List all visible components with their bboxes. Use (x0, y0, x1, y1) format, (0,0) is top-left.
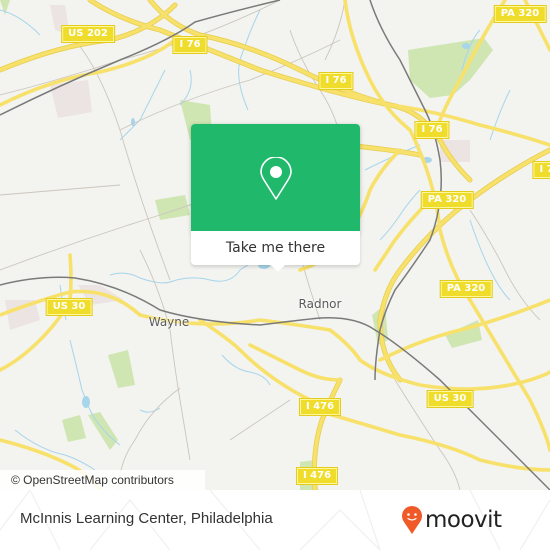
park-area (408, 38, 493, 98)
stream (119, 69, 166, 141)
pond (82, 396, 90, 408)
minor-road (74, 39, 171, 281)
map-attribution[interactable]: © OpenStreetMap contributors (0, 470, 205, 490)
pond (462, 43, 470, 49)
stream (238, 9, 261, 111)
popup-pointer (269, 263, 287, 272)
map[interactable]: US 202 I 76 I 76 I 76 I 76 PA 320 PA 320… (0, 0, 550, 490)
road-shield-us30: US 30 (426, 390, 474, 408)
minor-road (469, 209, 541, 321)
place-label-radnor: Radnor (298, 297, 342, 311)
moovit-pin-icon (402, 506, 422, 534)
road-shield-pa320: PA 320 (493, 5, 547, 23)
road-shield-pa320: PA 320 (439, 280, 493, 298)
minor-road (0, 0, 281, 96)
road-se (313, 408, 550, 472)
road-sugartown (198, 318, 312, 402)
moovit-logo-text: moovit (425, 507, 502, 533)
road-shield-i476: I 476 (298, 398, 342, 416)
footer: McInnis Learning Center, Philadelphia mo… (0, 490, 550, 550)
park-area (155, 195, 190, 220)
road-shield-us30: US 30 (45, 298, 93, 316)
destination-title: McInnis Learning Center, Philadelphia (20, 510, 273, 527)
road-shield-i76: I 76 (172, 36, 208, 54)
road-shield-i476: I 476 (295, 467, 339, 485)
place-label-wayne: Wayne (148, 315, 190, 329)
road-shield-pa320: PA 320 (420, 191, 474, 209)
park-area (62, 415, 86, 442)
destination-popup (191, 124, 360, 234)
road-blue-route (378, 148, 550, 382)
railway (0, 0, 281, 116)
stream (0, 9, 41, 36)
road-shield-us202: US 202 (61, 25, 115, 43)
minor-road (139, 249, 191, 461)
location-pin-icon (260, 157, 292, 200)
road-shield-i76: I 76 (414, 121, 450, 139)
park-area (88, 412, 118, 450)
take-me-there-button[interactable]: Take me there (191, 231, 360, 265)
road-lancaster (248, 343, 342, 382)
minor-road (229, 399, 291, 441)
road-shield-i76: I 76 (318, 72, 354, 90)
popup-header (191, 124, 360, 231)
park-area (108, 350, 135, 388)
moovit-logo[interactable]: moovit (401, 503, 502, 537)
built-area (50, 80, 92, 118)
road-shield-i76: I 76 (532, 161, 550, 179)
take-me-there-label: Take me there (225, 240, 326, 256)
minor-road (0, 184, 121, 196)
minor-road (324, 0, 346, 61)
